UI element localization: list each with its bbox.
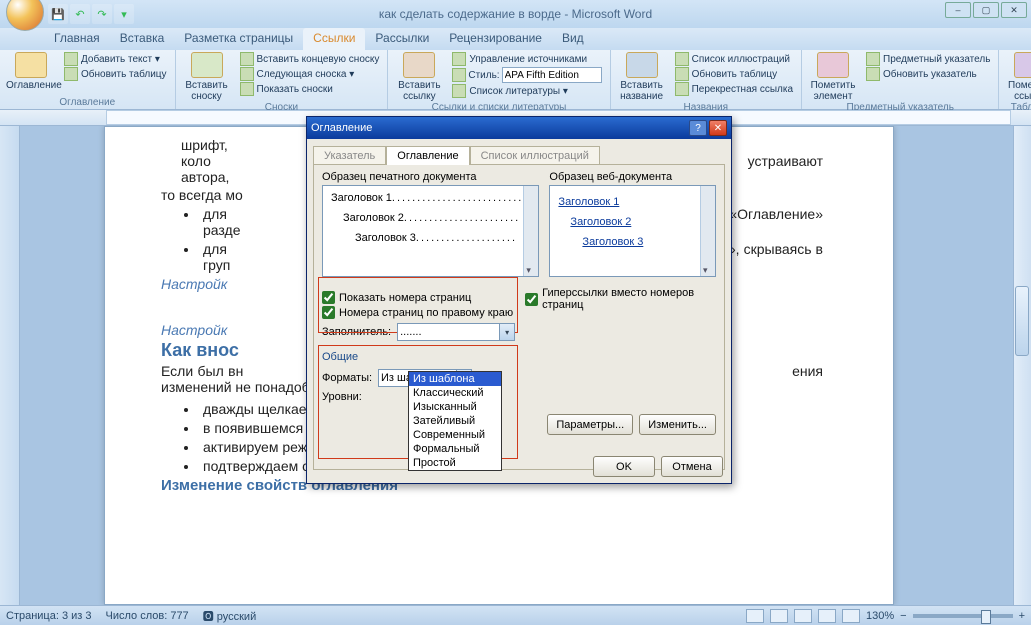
mark-entry-button[interactable]: Пометить элемент xyxy=(808,52,858,102)
style-input[interactable] xyxy=(502,67,602,83)
dialog-tab-toc[interactable]: Оглавление xyxy=(386,146,469,165)
insert-endnote-button[interactable]: Вставить концевую сноску xyxy=(238,52,382,66)
format-option[interactable]: Современный xyxy=(409,428,501,442)
minimize-button[interactable]: – xyxy=(945,2,971,18)
window-title: как сделать содержание в ворде - Microso… xyxy=(0,7,1031,21)
print-preview-label: Образец печатного документа xyxy=(322,171,539,183)
update-index-button[interactable]: Обновить указатель xyxy=(864,67,992,81)
dialog-close-button[interactable]: ✕ xyxy=(709,120,727,136)
language-indicator[interactable]: 🅾 русский xyxy=(203,608,257,624)
mark-citation-button[interactable]: Пометить ссылку xyxy=(1005,52,1031,102)
next-footnote-button[interactable]: Следующая сноска ▾ xyxy=(238,67,382,81)
scroll-thumb[interactable] xyxy=(1015,286,1029,356)
figures-list-button[interactable]: Список иллюстраций xyxy=(673,52,795,66)
close-button[interactable]: ✕ xyxy=(1001,2,1027,18)
dialog-help-button[interactable]: ? xyxy=(689,120,707,136)
status-bar: Страница: 3 из 3 Число слов: 777 🅾 русск… xyxy=(0,605,1031,625)
format-option[interactable]: Изысканный xyxy=(409,400,501,414)
options-button[interactable]: Параметры... xyxy=(547,414,633,435)
toc-dialog: Оглавление ? ✕ Указатель Оглавление Спис… xyxy=(306,116,732,484)
page-indicator[interactable]: Страница: 3 из 3 xyxy=(6,610,92,622)
tab-view[interactable]: Вид xyxy=(552,28,594,50)
tab-layout[interactable]: Разметка страницы xyxy=(174,28,303,50)
zoom-out-button[interactable]: − xyxy=(900,610,906,622)
office-button[interactable] xyxy=(6,0,44,31)
format-option[interactable]: Классический xyxy=(409,386,501,400)
web-layout-view-button[interactable] xyxy=(794,609,812,623)
citation-style-combo[interactable]: Стиль: xyxy=(450,67,603,83)
dialog-titlebar[interactable]: Оглавление ? ✕ xyxy=(307,117,731,139)
formats-dropdown-list[interactable]: Из шаблона Классический Изысканный Затей… xyxy=(408,371,502,471)
maximize-button[interactable]: ▢ xyxy=(973,2,999,18)
show-footnotes-button[interactable]: Показать сноски xyxy=(238,82,382,96)
insert-citation-button[interactable]: Вставить ссылку xyxy=(394,52,444,102)
zoom-slider[interactable] xyxy=(913,614,1013,618)
manage-sources-button[interactable]: Управление источниками xyxy=(450,52,603,66)
add-text-button[interactable]: Добавить текст ▾ xyxy=(62,52,169,66)
insert-footnote-button[interactable]: Вставить сноску xyxy=(182,52,232,102)
format-option[interactable]: Затейливый xyxy=(409,414,501,428)
vertical-ruler[interactable] xyxy=(0,126,20,605)
format-option[interactable]: Формальный xyxy=(409,442,501,456)
web-link-1[interactable]: Заголовок 1 xyxy=(558,196,707,208)
web-preview-label: Образец веб-документа xyxy=(549,171,716,183)
dialog-tab-figures[interactable]: Список иллюстраций xyxy=(470,146,600,165)
cancel-button[interactable]: Отмена xyxy=(661,456,723,477)
dialog-tab-index[interactable]: Указатель xyxy=(313,146,386,165)
outline-view-button[interactable] xyxy=(818,609,836,623)
tab-home[interactable]: Главная xyxy=(44,28,110,50)
tab-review[interactable]: Рецензирование xyxy=(439,28,552,50)
web-link-3[interactable]: Заголовок 3 xyxy=(582,236,707,248)
ok-button[interactable]: OK xyxy=(593,456,655,477)
full-screen-view-button[interactable] xyxy=(770,609,788,623)
draft-view-button[interactable] xyxy=(842,609,860,623)
vertical-scrollbar[interactable] xyxy=(1013,126,1031,605)
tab-insert[interactable]: Вставка xyxy=(110,28,175,50)
web-preview-box: Заголовок 1 Заголовок 2 Заголовок 3 xyxy=(549,185,716,277)
tab-references[interactable]: Ссылки xyxy=(303,28,365,50)
format-option[interactable]: Простой xyxy=(409,456,501,470)
insert-caption-button[interactable]: Вставить название xyxy=(617,52,667,102)
web-link-2[interactable]: Заголовок 2 xyxy=(570,216,707,228)
toc-button[interactable]: Оглавление xyxy=(6,52,56,91)
print-preview-box: Заголовок 1 ............................… xyxy=(322,185,539,277)
update-figures-button[interactable]: Обновить таблицу xyxy=(673,67,795,81)
modify-button[interactable]: Изменить... xyxy=(639,414,716,435)
print-layout-view-button[interactable] xyxy=(746,609,764,623)
tab-mailings[interactable]: Рассылки xyxy=(365,28,439,50)
tab-leader-combo[interactable]: .......▾ xyxy=(397,323,515,341)
hyperlinks-checkbox[interactable]: Гиперссылки вместо номеров страниц xyxy=(525,287,716,311)
ribbon-tabs: Главная Вставка Разметка страницы Ссылки… xyxy=(0,28,1031,50)
title-bar: 💾 ↶ ↷ ▾ как сделать содержание в ворде -… xyxy=(0,0,1031,28)
zoom-level[interactable]: 130% xyxy=(866,610,894,622)
insert-index-button[interactable]: Предметный указатель xyxy=(864,52,992,66)
update-table-button[interactable]: Обновить таблицу xyxy=(62,67,169,81)
zoom-in-button[interactable]: + xyxy=(1019,610,1025,622)
dialog-title: Оглавление xyxy=(311,122,372,134)
format-option[interactable]: Из шаблона xyxy=(409,372,501,386)
ribbon: Оглавление Добавить текст ▾ Обновить таб… xyxy=(0,50,1031,110)
word-count[interactable]: Число слов: 777 xyxy=(106,610,189,622)
chevron-down-icon: ▾ xyxy=(499,324,514,340)
plus-icon xyxy=(64,52,78,66)
bibliography-button[interactable]: Список литературы ▾ xyxy=(450,84,603,98)
cross-reference-button[interactable]: Перекрестная ссылка xyxy=(673,82,795,96)
refresh-icon xyxy=(64,67,78,81)
